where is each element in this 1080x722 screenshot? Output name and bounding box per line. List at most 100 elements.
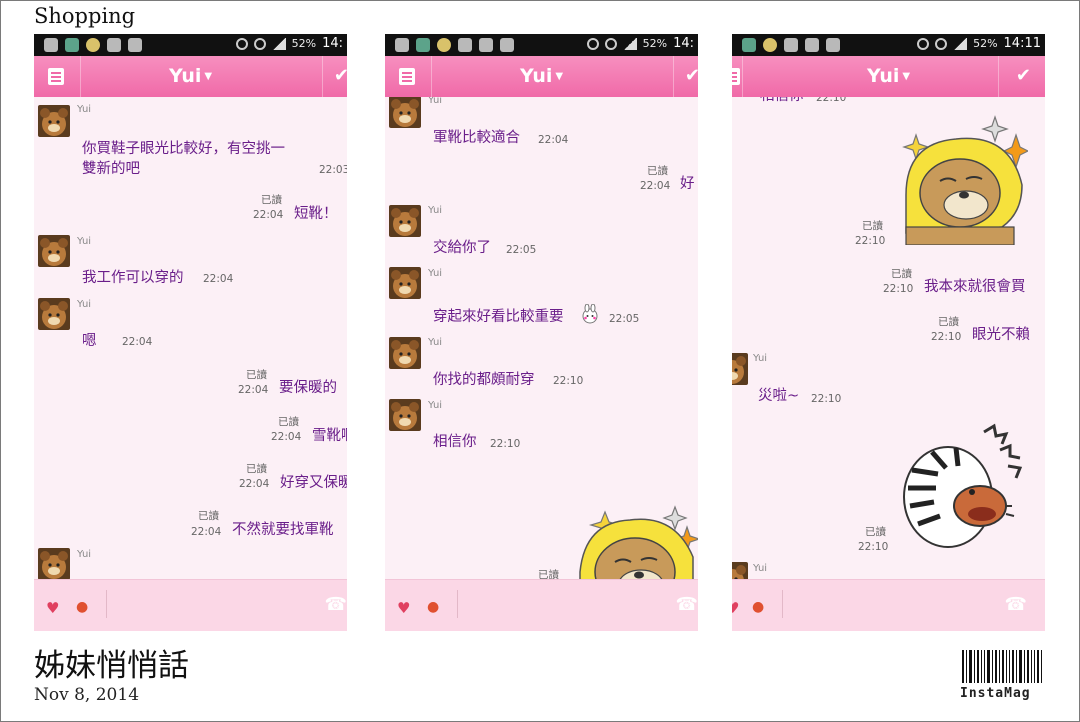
wifi-icon (107, 38, 121, 52)
phone-icon[interactable]: ☎ (1005, 594, 1027, 615)
phone-icon[interactable]: ☎ (676, 594, 698, 615)
emoji-icon[interactable]: ● (752, 599, 764, 615)
read-receipt: 已讀 (862, 220, 883, 232)
message-time: 22:03 (319, 164, 347, 176)
message-time: 22:10 (553, 375, 584, 387)
message-time: 22:10 (883, 283, 914, 295)
message-text: 相信你 (760, 97, 804, 107)
read-receipt: 已讀 (278, 416, 299, 428)
lion-sticker[interactable] (575, 502, 698, 580)
message-text: 雪靴啊 (312, 428, 347, 444)
message-text: 穿起來好看比較重要 (433, 309, 564, 325)
message-list[interactable]: Yui 你買鞋子眼光比較好，有空挑一 雙新的吧 22:03 已讀 22:04 短… (34, 97, 347, 580)
avatar[interactable] (732, 353, 748, 385)
message-list[interactable]: Yui 軍靴比較適合 22:04 已讀 22:04 好 Yui 交給你了 22:… (385, 97, 698, 580)
read-receipt: 已讀 (647, 165, 668, 177)
message-text: 你買鞋子眼光比較好，有空挑一 (82, 141, 285, 157)
heart-sticker-icon[interactable]: ♥ (46, 599, 59, 617)
barcode-icon (962, 650, 1044, 683)
heart-sticker-icon[interactable]: ♥ (732, 599, 739, 617)
phone-icon[interactable]: ☎ (325, 594, 347, 615)
message-time: 22:10 (811, 393, 842, 405)
chat-header: Yui ▼ ✔ (732, 56, 1045, 97)
emoji-icon[interactable]: ● (427, 599, 439, 615)
usb-icon (395, 38, 409, 52)
chat-screenshot-3: 52% 14:11 Yui▼ ✔ 相信你 22:10 已讀 22:10 已讀 22… (732, 34, 1045, 631)
sender-name: Yui (77, 104, 92, 115)
status-bar: 52% 14: (34, 34, 347, 56)
sender-name: Yui (428, 205, 443, 216)
image-icon (805, 38, 819, 52)
message-time: 22:04 (640, 180, 671, 192)
avatar[interactable] (389, 399, 421, 431)
zebra-sticker[interactable] (898, 422, 1028, 552)
avatar[interactable] (38, 298, 70, 330)
chat-title[interactable]: Yui ▼ (385, 65, 698, 87)
status-time: 14: (673, 36, 694, 51)
sender-name: Yui (77, 299, 92, 310)
read-receipt: 已讀 (261, 194, 282, 206)
chevron-down-icon[interactable]: ✔ (1016, 65, 1031, 86)
battery-percent: 52% (642, 37, 668, 50)
sender-name: Yui (77, 236, 92, 247)
message-list[interactable]: 相信你 22:10 已讀 22:10 已讀 22:10 我本來就很會買 已讀 2… (732, 97, 1045, 580)
read-receipt: 已讀 (891, 268, 912, 280)
heart-sticker-icon[interactable]: ♥ (397, 599, 410, 617)
usb-icon (44, 38, 58, 52)
wifi-icon (458, 38, 472, 52)
eye-icon (235, 37, 248, 50)
category-label: Shopping (34, 4, 136, 28)
header-divider (998, 56, 999, 97)
pen-icon (826, 38, 840, 52)
read-receipt: 已讀 (198, 510, 219, 522)
avatar[interactable] (38, 235, 70, 267)
status-bar: 52% 14:11 (732, 34, 1045, 56)
chat-title[interactable]: Yui ▼ (34, 65, 347, 87)
avatar[interactable] (38, 105, 70, 137)
read-receipt: 已讀 (865, 526, 886, 538)
avatar[interactable] (389, 97, 421, 128)
message-time: 22:04 (239, 478, 270, 490)
message-text: 軍靴比較適合 (433, 130, 520, 146)
app-icon (65, 38, 79, 52)
avatar[interactable] (389, 267, 421, 299)
message-time: 22:10 (931, 331, 962, 343)
header-divider (673, 56, 674, 97)
eye-icon (586, 37, 599, 50)
message-text: 相信你 (433, 434, 477, 450)
alarm-icon (253, 37, 266, 50)
battery-percent: 52% (973, 37, 998, 50)
message-time: 22:10 (855, 235, 886, 247)
message-time: 22:04 (122, 336, 153, 348)
avatar[interactable] (389, 337, 421, 369)
instamag-logo: InstaMag (960, 650, 1044, 710)
page-title: 姊妹悄悄話 (34, 648, 189, 684)
message-text: 交給你了 (433, 240, 491, 256)
input-divider (457, 590, 458, 618)
lion-sticker[interactable] (898, 115, 1028, 245)
pen-icon (128, 38, 142, 52)
message-text: 我工作可以穿的 (82, 270, 184, 286)
avatar[interactable] (389, 205, 421, 237)
chevron-down-icon[interactable]: ✔ (685, 65, 698, 86)
message-time: 22:04 (253, 209, 284, 221)
message-text: 好 (680, 176, 695, 192)
sender-name: Yui (428, 97, 443, 106)
battery-percent: 52% (291, 37, 317, 50)
message-text: 眼光不賴 (972, 327, 1030, 343)
avatar[interactable] (732, 562, 748, 580)
emoji-icon[interactable]: ● (76, 599, 88, 615)
chat-header: Yui ▼ ✔ (34, 56, 347, 97)
header-divider (322, 56, 323, 97)
read-receipt: 已讀 (246, 369, 267, 381)
sender-name: Yui (428, 400, 443, 411)
avatar[interactable] (38, 548, 70, 580)
alarm-icon (935, 37, 948, 50)
message-time: 22:04 (191, 526, 222, 538)
app-icon (742, 38, 756, 52)
message-time: 22:04 (538, 134, 569, 146)
chevron-down-icon[interactable]: ✔ (334, 65, 347, 86)
input-bar: ♥ ● ☎ (385, 579, 698, 631)
sender-name: Yui (428, 268, 443, 279)
message-text: 不然就要找軍靴 (232, 522, 334, 538)
